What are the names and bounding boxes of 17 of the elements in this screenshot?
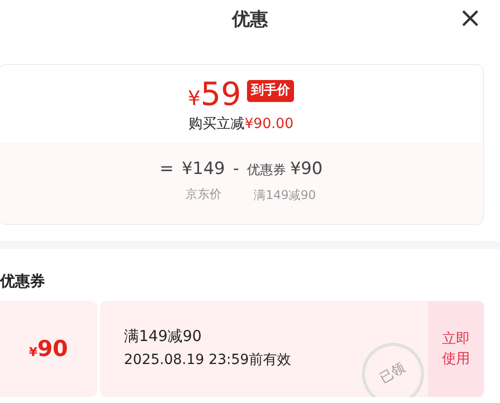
- dialog-title: 优惠: [232, 8, 268, 32]
- use-now-button[interactable]: 立即使用: [428, 301, 484, 397]
- price-caption: 京东价: [185, 186, 222, 202]
- price-tag: 到手价: [247, 80, 294, 102]
- coupon-condition: 满149减90: [124, 326, 203, 347]
- coupon-value: ¥90: [29, 336, 68, 364]
- saving-label: 购买立减: [188, 115, 244, 133]
- operator-text: =: [159, 158, 174, 180]
- operator-text: -: [232, 158, 240, 180]
- final-price: ¥59: [188, 77, 242, 115]
- coupon-label: 优惠券: [247, 162, 286, 180]
- saving-amount: ¥90.00: [244, 115, 294, 133]
- coupon-amount: ¥90: [290, 158, 323, 180]
- close-button[interactable]: ×: [454, 0, 486, 36]
- coupon-validity: 2025.08.19 23:59前有效: [124, 351, 291, 370]
- coupon-caption: 满149减90: [254, 186, 316, 202]
- price-amount: ¥149: [182, 158, 225, 180]
